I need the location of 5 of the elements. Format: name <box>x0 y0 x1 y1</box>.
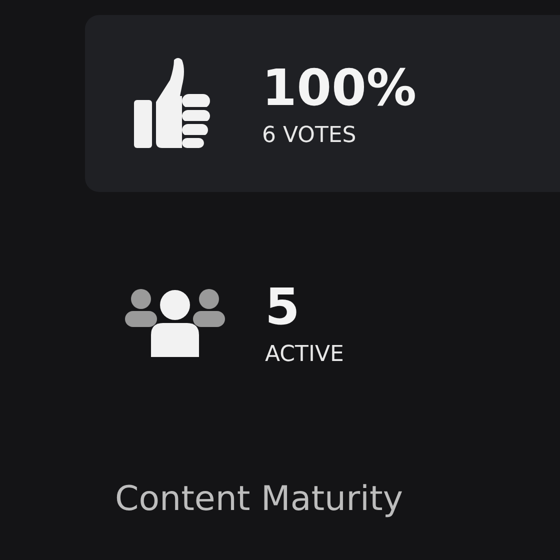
section-heading: Content Maturity <box>115 479 404 519</box>
active-count: 5 <box>265 277 301 337</box>
vote-count: 6 VOTES <box>262 122 358 150</box>
active-label: ACTIVE <box>265 341 344 369</box>
rating-percentage: 100% <box>262 58 416 118</box>
